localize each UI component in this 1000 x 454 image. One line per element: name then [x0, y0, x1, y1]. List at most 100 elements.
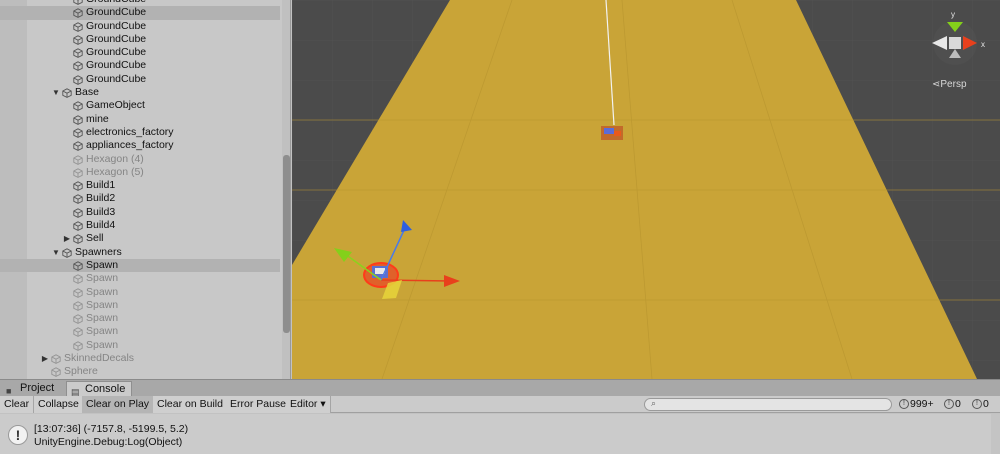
hierarchy-item[interactable]: Spawn: [0, 286, 280, 299]
hierarchy-item-label: Base: [75, 86, 99, 99]
hierarchy-item[interactable]: GameObject: [0, 99, 280, 112]
hierarchy-item[interactable]: GroundCube: [0, 20, 280, 33]
console-scrollbar[interactable]: [991, 414, 1000, 454]
hierarchy-item[interactable]: GroundCube: [0, 33, 280, 46]
gizmo-y-label: y: [951, 10, 955, 19]
hierarchy-item[interactable]: Build1: [0, 179, 280, 192]
hierarchy-tree: GroundCube GroundCube GroundCube GroundCube…: [0, 0, 280, 379]
hierarchy-item[interactable]: GroundCube: [0, 59, 280, 72]
clear-button[interactable]: Clear: [0, 396, 35, 413]
hierarchy-item-label: Spawn: [86, 338, 119, 351]
scene-canvas[interactable]: y x: [292, 0, 1000, 379]
hierarchy-item[interactable]: Hexagon (5): [0, 166, 280, 179]
hierarchy-item[interactable]: electronics_factory: [0, 126, 280, 139]
hierarchy-item[interactable]: GroundCube: [0, 73, 280, 86]
hierarchy-scrollbar-thumb[interactable]: [283, 155, 290, 333]
tab-project[interactable]: ■ Project: [2, 381, 60, 397]
hierarchy-item[interactable]: Spawn: [0, 325, 280, 338]
console-log-list: ! [13:07:36] (-7157.8, -5199.5, 5.2) Uni…: [0, 414, 1000, 454]
hierarchy-item-label: Sell: [86, 232, 104, 245]
hierarchy-item-label: GroundCube: [86, 46, 147, 59]
info-icon: !: [899, 399, 909, 409]
hierarchy-item[interactable]: ▼ Spawners: [0, 246, 280, 259]
hierarchy-item[interactable]: Spawn: [0, 312, 280, 325]
hierarchy-item-label: Sphere: [64, 365, 98, 378]
hierarchy-item-label: Build4: [86, 219, 116, 232]
hierarchy-item[interactable]: ▼ Base: [0, 86, 280, 99]
hierarchy-item[interactable]: Build3: [0, 206, 280, 219]
editor-dropdown[interactable]: Editor ▾: [286, 396, 331, 413]
gizmo-x-label: x: [981, 40, 985, 49]
gameobject-cube-icon: [73, 154, 83, 165]
hierarchy-item-label: GroundCube: [86, 59, 147, 72]
warning-count-toggle[interactable]: ! 0: [942, 396, 961, 413]
hierarchy-item-label: GroundCube: [86, 72, 147, 85]
hierarchy-item-label: mine: [86, 112, 109, 125]
warning-icon: !: [944, 399, 954, 409]
collapse-button[interactable]: Collapse: [34, 396, 84, 413]
distant-object[interactable]: [601, 126, 623, 140]
error-pause-button[interactable]: Error Pause: [226, 396, 292, 413]
hierarchy-item[interactable]: Sphere: [0, 365, 280, 378]
hierarchy-item-label: Spawn: [86, 298, 119, 311]
clear-on-build-button[interactable]: Clear on Build: [153, 396, 228, 413]
tab-console[interactable]: ▤ Console: [66, 381, 133, 397]
gameobject-cube-icon: [73, 327, 83, 338]
hierarchy-item-label: Spawners: [75, 245, 122, 258]
gameobject-cube-icon: [51, 367, 61, 378]
hierarchy-item-label: Spawn: [86, 272, 119, 285]
console-search-input[interactable]: [661, 399, 887, 410]
hierarchy-item[interactable]: Spawn: [0, 299, 280, 312]
collapsed-arrow-icon[interactable]: ▶: [62, 232, 72, 245]
scene-view[interactable]: y x ⋖Persp: [292, 0, 1000, 379]
projection-toggle[interactable]: ⋖Persp: [932, 79, 967, 90]
error-count: 0: [983, 398, 989, 410]
gameobject-cube-icon: [73, 274, 83, 285]
hierarchy-item[interactable]: Spawn: [0, 258, 280, 273]
hierarchy-item-label: electronics_factory: [86, 125, 174, 138]
gameobject-cube-icon: [62, 88, 72, 98]
hierarchy-item-label: GroundCube: [86, 19, 147, 32]
hierarchy-item-label: GameObject: [86, 99, 145, 112]
hierarchy-item[interactable]: ▶ SkinnedDecals: [0, 352, 280, 365]
log-entry[interactable]: ! [13:07:36] (-7157.8, -5199.5, 5.2) Uni…: [0, 422, 990, 452]
clear-on-play-button[interactable]: Clear on Play: [82, 396, 155, 413]
expanded-arrow-icon[interactable]: ▼: [51, 86, 61, 99]
hierarchy-item-label: SkinnedDecals: [64, 352, 135, 365]
console-search[interactable]: ⌕: [644, 398, 892, 411]
hierarchy-scrollbar[interactable]: [282, 0, 290, 379]
info-icon: !: [8, 425, 28, 445]
gameobject-cube-icon: [73, 61, 83, 72]
hierarchy-item[interactable]: mine: [0, 113, 280, 126]
unity-editor: 👁 ✋ GroundCubeGroundCubeGroundCubeGround…: [0, 0, 1000, 454]
hierarchy-item[interactable]: GroundCube: [0, 6, 280, 20]
info-count: 999+: [910, 398, 934, 410]
hierarchy-panel: 👁 ✋ GroundCubeGroundCubeGroundCubeGround…: [0, 0, 291, 379]
hierarchy-item[interactable]: Spawn: [0, 339, 280, 352]
hierarchy-item[interactable]: appliances_factory: [0, 139, 280, 152]
error-icon: !: [972, 399, 982, 409]
collapsed-arrow-icon[interactable]: ▶: [40, 352, 50, 365]
hierarchy-item[interactable]: Build2: [0, 192, 280, 205]
gameobject-cube-icon: [73, 35, 83, 45]
gameobject-cube-icon: [73, 101, 83, 112]
hierarchy-item[interactable]: GroundCube: [0, 46, 280, 59]
error-count-toggle[interactable]: ! 0: [970, 396, 989, 413]
gameobject-cube-icon: [73, 287, 83, 298]
gameobject-cube-icon: [73, 181, 83, 192]
gameobject-cube-icon: [73, 0, 83, 5]
hierarchy-item-label: Spawn: [86, 325, 119, 338]
gameobject-cube-icon: [73, 234, 83, 245]
projection-label: Persp: [940, 79, 967, 90]
hierarchy-item-label: Build1: [86, 179, 116, 192]
hierarchy-item[interactable]: Build4: [0, 219, 280, 232]
hierarchy-item[interactable]: Spawn: [0, 272, 280, 285]
hierarchy-item[interactable]: ▶ Sell: [0, 232, 280, 245]
hierarchy-item[interactable]: Hexagon (4): [0, 153, 280, 166]
info-count-toggle[interactable]: ! 999+: [897, 396, 934, 413]
gameobject-cube-icon: [73, 208, 83, 218]
expanded-arrow-icon[interactable]: ▼: [51, 246, 61, 259]
hierarchy-item-label: GroundCube: [86, 32, 147, 45]
hierarchy-item-label: Hexagon (4): [86, 152, 144, 165]
gameobject-cube-icon: [73, 301, 83, 311]
